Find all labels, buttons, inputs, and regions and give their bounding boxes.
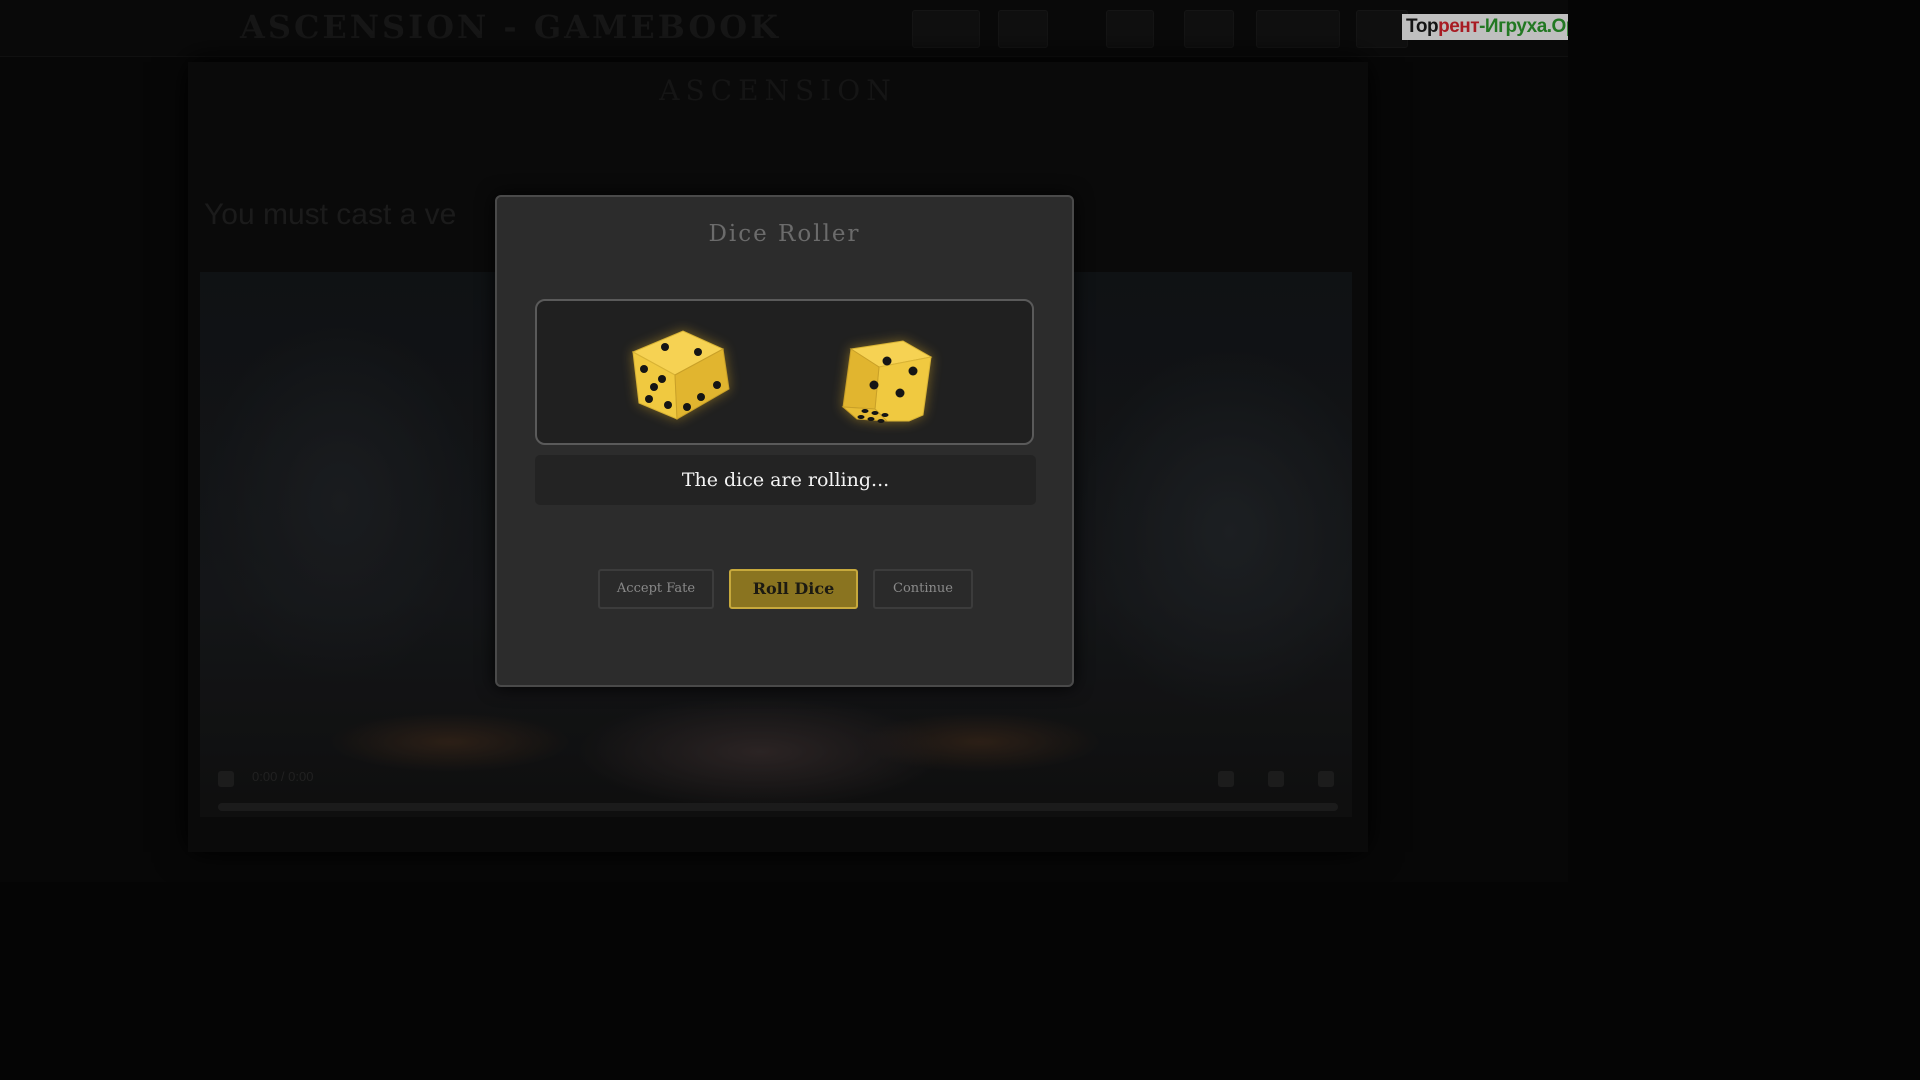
roll-status: The dice are rolling... [535,455,1036,505]
die-2-icon [841,340,933,423]
continue-button[interactable]: Continue [873,569,973,609]
accept-fate-button[interactable]: Accept Fate [598,569,714,609]
dice-tray [535,299,1034,445]
game-app: ASCENSION - GAMEBOOK Торрент-Игруха.Орг … [0,0,1568,882]
roll-dice-button[interactable]: Roll Dice [729,569,858,609]
modal-title: Dice Roller [708,221,861,247]
dice-roller-modal: Dice Roller The dice are rolling... Acce… [495,195,1074,687]
die-1-icon [631,330,730,420]
